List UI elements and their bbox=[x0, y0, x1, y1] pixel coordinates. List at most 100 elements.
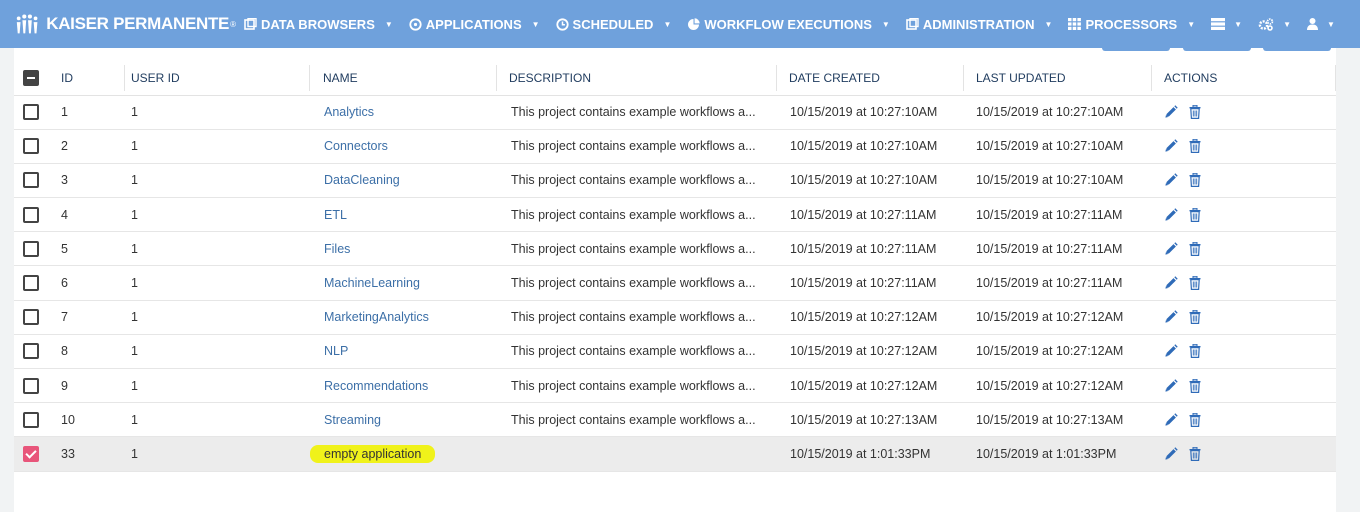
row-checkbox[interactable] bbox=[23, 275, 39, 292]
table-row[interactable]: 4 1 ETL This project contains example workf… bbox=[14, 197, 1336, 233]
delete-trash-icon[interactable] bbox=[1189, 207, 1201, 222]
table-row[interactable]: 8 1 NLP This project contains example workf… bbox=[14, 334, 1336, 370]
cell-id: 3 bbox=[55, 163, 125, 199]
col-header-user-id[interactable]: USER ID bbox=[125, 61, 310, 96]
delete-trash-icon[interactable] bbox=[1189, 310, 1201, 325]
table-row[interactable]: 5 1 Files This project contains example wor… bbox=[14, 231, 1336, 267]
edit-pencil-icon[interactable] bbox=[1164, 139, 1178, 153]
table-row[interactable]: 10 1 Streaming This project contains exampl… bbox=[14, 402, 1336, 438]
col-header-description[interactable]: DESCRIPTION bbox=[497, 61, 777, 96]
edit-pencil-icon[interactable] bbox=[1164, 173, 1178, 187]
nav-data-browsers[interactable]: DATA BROWSERS ▼ bbox=[236, 0, 401, 48]
name-link[interactable]: Recommendations bbox=[324, 379, 428, 393]
cell-name: NLP bbox=[310, 334, 497, 370]
cell-user-id: 1 bbox=[125, 402, 310, 438]
edit-pencil-icon[interactable] bbox=[1164, 378, 1178, 393]
nav-scheduled[interactable]: SCHEDULED ▼ bbox=[548, 0, 680, 48]
row-checkbox[interactable] bbox=[23, 104, 39, 121]
cell-description: This project contains example workflows … bbox=[497, 368, 777, 404]
settings-menu[interactable]: ▼ bbox=[1250, 0, 1299, 48]
row-checkbox[interactable] bbox=[23, 206, 39, 223]
nav-administration[interactable]: ADMINISTRATION ▼ bbox=[898, 0, 1061, 48]
row-checkbox[interactable] bbox=[23, 343, 39, 360]
table-row[interactable]: 3 1 DataCleaning This project contains exam… bbox=[14, 163, 1336, 199]
col-header-last-updated[interactable]: LAST UPDATED bbox=[964, 61, 1152, 96]
cell-name: Files bbox=[310, 231, 497, 267]
edit-pencil-icon[interactable] bbox=[1164, 413, 1178, 427]
table-row[interactable]: 1 1 Analytics This project contains example… bbox=[14, 95, 1336, 130]
col-header-name[interactable]: NAME bbox=[310, 61, 497, 96]
name-link[interactable]: Streaming bbox=[324, 413, 381, 427]
row-select-cell bbox=[14, 163, 55, 199]
row-checkbox[interactable] bbox=[23, 240, 39, 257]
applications-icon bbox=[409, 17, 422, 31]
row-checkbox[interactable] bbox=[23, 172, 39, 189]
edit-pencil-icon[interactable] bbox=[1164, 344, 1178, 358]
edit-pencil-icon[interactable] bbox=[1164, 105, 1178, 119]
nav-applications[interactable]: APPLICATIONS ▼ bbox=[401, 0, 548, 48]
cell-user-id: 1 bbox=[125, 129, 310, 164]
edit-pencil-icon[interactable] bbox=[1164, 276, 1178, 290]
brand[interactable]: KAISER PERMANENTE ® bbox=[0, 12, 236, 36]
cell-id: 10 bbox=[55, 402, 125, 438]
server-menu[interactable]: ▼ bbox=[1203, 0, 1250, 48]
name-link[interactable]: NLP bbox=[324, 344, 348, 358]
table-row[interactable]: 33 1 empty application 10/15/2019 at 1:01:3… bbox=[14, 436, 1336, 472]
name-link[interactable]: Connectors bbox=[324, 139, 388, 153]
row-checkbox[interactable] bbox=[23, 138, 39, 155]
col-header-date-created[interactable]: DATE CREATED bbox=[777, 61, 964, 96]
name-link[interactable]: DataCleaning bbox=[324, 173, 400, 187]
edit-pencil-icon[interactable] bbox=[1164, 207, 1178, 222]
name-link[interactable]: ETL bbox=[324, 208, 347, 222]
toolbar-button[interactable] bbox=[1183, 48, 1251, 51]
delete-trash-icon[interactable] bbox=[1189, 139, 1201, 154]
name-highlighted-text[interactable]: empty application bbox=[310, 444, 436, 463]
edit-pencil-icon[interactable] bbox=[1164, 310, 1178, 324]
name-link[interactable]: MarketingAnalytics bbox=[324, 310, 429, 324]
name-link[interactable]: MachineLearning bbox=[324, 276, 420, 290]
table-row[interactable]: 2 1 Connectors This project contains exampl… bbox=[14, 129, 1336, 164]
delete-trash-icon[interactable] bbox=[1189, 378, 1201, 393]
table-row[interactable]: 6 1 MachineLearning This project contains e… bbox=[14, 265, 1336, 301]
edit-pencil-icon[interactable] bbox=[1164, 447, 1178, 461]
table-row[interactable]: 7 1 MarketingAnalytics This project contain… bbox=[14, 300, 1336, 335]
toolbar-button[interactable] bbox=[1263, 48, 1331, 51]
col-header-id-label: ID bbox=[61, 70, 73, 85]
row-select-cell bbox=[14, 265, 55, 301]
select-all-checkbox[interactable] bbox=[23, 69, 39, 86]
nav-processors[interactable]: PROCESSORS ▼ bbox=[1060, 0, 1203, 48]
cell-last-updated: 10/15/2019 at 10:27:12AM bbox=[964, 368, 1152, 404]
cell-name: Recommendations bbox=[310, 368, 497, 404]
cell-actions bbox=[1152, 163, 1336, 199]
delete-trash-icon[interactable] bbox=[1189, 105, 1201, 120]
row-checkbox[interactable] bbox=[23, 445, 39, 462]
cell-user-id: 1 bbox=[125, 368, 310, 404]
user-menu[interactable]: ▼ bbox=[1299, 0, 1343, 48]
delete-trash-icon[interactable] bbox=[1189, 344, 1201, 359]
cell-date-created: 10/15/2019 at 10:27:12AM bbox=[777, 368, 964, 404]
table-row[interactable]: 9 1 Recommendations This project contains e… bbox=[14, 368, 1336, 404]
cell-actions bbox=[1152, 265, 1336, 301]
grid-icon bbox=[1068, 18, 1082, 30]
cell-user-id: 1 bbox=[125, 95, 310, 130]
delete-trash-icon[interactable] bbox=[1189, 276, 1201, 291]
nav-workflow-executions[interactable]: WORKFLOW EXECUTIONS ▼ bbox=[679, 0, 897, 48]
cell-id: 33 bbox=[55, 436, 125, 472]
toolbar-button[interactable] bbox=[1102, 48, 1170, 51]
delete-trash-icon[interactable] bbox=[1189, 241, 1201, 256]
delete-trash-icon[interactable] bbox=[1189, 412, 1201, 427]
row-checkbox[interactable] bbox=[23, 377, 39, 394]
row-select-cell bbox=[14, 95, 55, 130]
row-checkbox[interactable] bbox=[23, 309, 39, 326]
nav-scheduled-label: SCHEDULED bbox=[572, 16, 654, 32]
cell-actions bbox=[1152, 402, 1336, 438]
name-link[interactable]: Analytics bbox=[324, 105, 374, 119]
edit-pencil-icon[interactable] bbox=[1164, 242, 1178, 256]
delete-trash-icon[interactable] bbox=[1189, 446, 1201, 461]
cell-user-id: 1 bbox=[125, 197, 310, 233]
chevron-down-icon: ▼ bbox=[663, 19, 672, 29]
delete-trash-icon[interactable] bbox=[1189, 173, 1201, 188]
row-checkbox[interactable] bbox=[23, 411, 39, 428]
col-header-id[interactable]: ID bbox=[55, 61, 125, 96]
name-link[interactable]: Files bbox=[324, 242, 350, 256]
